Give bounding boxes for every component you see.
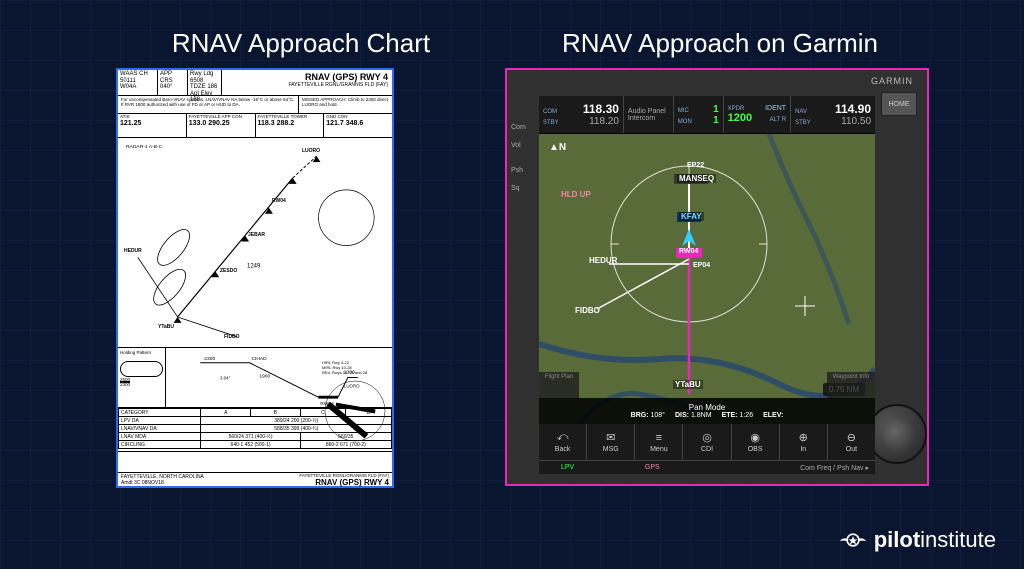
gtn-screen: COM118.30 STBY118.20 Audio Panel Interco…	[539, 96, 875, 474]
pan-mode-bar: Pan Mode BRG: 108° DIS: 1.8NM ETE: 1:26 …	[539, 398, 875, 424]
wp-zesdo: ZESDO	[220, 268, 237, 274]
left-title: RNAV Approach Chart	[116, 28, 486, 59]
approach-chart-panel: WAAS CH 50111 W04A APP CRS 040° Rwy Ldg …	[116, 68, 394, 488]
footer-approach: RNAV (GPS) RWY 4	[299, 478, 389, 487]
tower-freq: 118.3 288.2	[258, 120, 322, 128]
svg-text:RADAR-1 A-B-C: RADAR-1 A-B-C	[126, 144, 163, 150]
holding-label: Holding Pattern	[120, 350, 163, 355]
xpdr-group[interactable]: XPDRIDENT 1200ALT R	[724, 96, 791, 133]
svg-text:REIL Rwys 10, 22 and 28: REIL Rwys 10, 22 and 28	[322, 370, 368, 375]
mail-icon: ✉	[606, 431, 615, 444]
gnd-freq: 121.7 348.6	[326, 120, 390, 128]
wp-ep22: EP22	[687, 162, 704, 169]
wp-hedur-map: HEDUR	[589, 256, 617, 265]
footer-apt: FAYETTEVILLE RGNL/GRANNIS FLD (FAY)	[299, 473, 389, 478]
svg-text:1900: 1900	[259, 374, 270, 380]
com-freq-hint: Com Freq / Psh Nav ▸	[737, 464, 875, 472]
wp-ytabu: YTaBU	[158, 324, 174, 330]
wp-kfay: KFAY	[679, 212, 704, 221]
airport-name: FAYETTEVILLE RGNL/GRANNIS FLD (FAY)	[226, 82, 388, 88]
chart-notes: For uncompensated Baro-VNAV systems, LNA…	[118, 96, 299, 113]
garmin-panel: GARMIN HOME Com Vol Psh Sq COM118.30 STB…	[505, 68, 929, 486]
com-group[interactable]: COM118.30 STBY118.20	[539, 96, 624, 133]
waas-ch: WAAS CH 50111	[120, 71, 155, 84]
appcon-freq: 133.0 290.25	[189, 120, 253, 128]
waypoint-info-button[interactable]: Waypoint Info	[827, 372, 875, 398]
tdze-hdr: TDZE 186	[190, 84, 219, 91]
zoom-out-button[interactable]: ⊖Out	[828, 424, 875, 460]
approach-name: RNAV (GPS) RWY 4	[226, 72, 388, 82]
chart-notes-row: For uncompensated Baro-VNAV systems, LNA…	[118, 96, 392, 114]
waas-id: W04A	[120, 84, 155, 91]
lpv-indicator: LPV	[539, 464, 627, 471]
svg-text:CIHAD: CIHAD	[251, 356, 267, 362]
atis-freq: 121.25	[120, 120, 184, 128]
chart-briefing: ATIS 121.25 FAYETTEVILLE APP CON 133.0 2…	[118, 114, 392, 138]
wp-fidbo: FIDBO	[224, 334, 240, 340]
gps-indicator: GPS	[627, 464, 737, 471]
zoom-in-icon: ⊕	[799, 431, 808, 444]
home-button[interactable]: HOME	[881, 92, 917, 116]
gtn-unit: GARMIN HOME Com Vol Psh Sq COM118.30 STB…	[507, 70, 927, 484]
back-icon: ⤺	[557, 431, 569, 444]
moving-map[interactable]: ▲N HLD UP MANSEQ KFAY RW04 EP04 HEDUR FI…	[539, 134, 875, 424]
mic-group[interactable]: MIC1 MON1	[674, 96, 724, 133]
airport-diagram: HIRL Rwy 4-22 MIRL Rwy 10-28 REIL Rwys 1…	[320, 356, 390, 446]
approach-chart: WAAS CH 50111 W04A APP CRS 040° Rwy Ldg …	[118, 70, 392, 486]
menu-icon: ≡	[656, 432, 662, 444]
footer-loc: FAYETTEVILLE, NORTH CAROLINA	[121, 474, 204, 480]
wings-icon	[840, 527, 866, 553]
flight-plan-button[interactable]: Flight Plan	[539, 372, 579, 398]
rotary-knob[interactable]	[867, 404, 927, 464]
wp-ytabu-map: YTaBU	[673, 380, 703, 389]
cdi-button[interactable]: ◎CDI	[683, 424, 731, 460]
rwy-ldg: Rwy Ldg 6508	[190, 71, 219, 84]
wp-hedur: HEDUR	[124, 248, 142, 254]
side-labels: Com Vol Psh Sq	[511, 124, 526, 203]
wp-luoro: LUORO	[302, 148, 320, 154]
footer-amdt: Amdt 3C 08NOV18	[121, 480, 204, 486]
wp-fidbo-map: FIDBO	[575, 306, 600, 315]
svg-text:1249: 1249	[247, 263, 261, 269]
wp-manseq: MANSEQ	[677, 174, 716, 183]
missed-approach: MISSED APPROACH: Climb to 2300 direct LU…	[299, 96, 392, 113]
menu-button[interactable]: ≡Menu	[635, 424, 683, 460]
wp-rw04-map: RW04	[679, 248, 698, 255]
right-title: RNAV Approach on Garmin	[510, 28, 930, 59]
zoom-in-button[interactable]: ⊕In	[780, 424, 828, 460]
msg-button[interactable]: ✉MSG	[587, 424, 635, 460]
obs-button[interactable]: ◉OBS	[732, 424, 780, 460]
svg-text:2300: 2300	[204, 356, 215, 362]
wp-ep04: EP04	[693, 262, 710, 269]
brand-label: GARMIN	[871, 76, 913, 86]
nav-bar: COM118.30 STBY118.20 Audio Panel Interco…	[539, 96, 875, 134]
pilot-institute-logo: pilotinstitute	[840, 527, 996, 553]
chart-footer: FAYETTEVILLE, NORTH CAROLINA Amdt 3C 08N…	[118, 472, 392, 486]
hold-alt2: 2300	[120, 382, 163, 387]
zoom-out-icon: ⊖	[847, 431, 856, 444]
cat-header: CATEGORY	[119, 409, 201, 417]
compass-north: ▲N	[549, 142, 566, 153]
cdi-icon: ◎	[702, 431, 712, 444]
plan-view: 1249 RADAR-1 A-B-C YTaBU ZESDO JEBAR RW0…	[118, 138, 392, 348]
app-crs: APP CRS 040°	[158, 70, 188, 95]
audio-group[interactable]: Audio Panel Intercom	[624, 96, 674, 133]
bottom-bar: ⤺Back ✉MSG ≡Menu ◎CDI ◉OBS ⊕In ⊖Out LPV …	[539, 424, 875, 474]
wp-jebar: JEBAR	[248, 232, 265, 238]
back-button[interactable]: ⤺Back	[539, 424, 587, 460]
nav-group[interactable]: NAV114.90 STBY110.50	[791, 96, 875, 133]
wp-rw04: RW04	[272, 198, 286, 204]
obs-icon: ◉	[750, 431, 760, 444]
svg-text:3.04°: 3.04°	[220, 375, 231, 380]
holdup-label: HLD UP	[561, 190, 591, 199]
chart-header: WAAS CH 50111 W04A APP CRS 040° Rwy Ldg …	[118, 70, 392, 96]
